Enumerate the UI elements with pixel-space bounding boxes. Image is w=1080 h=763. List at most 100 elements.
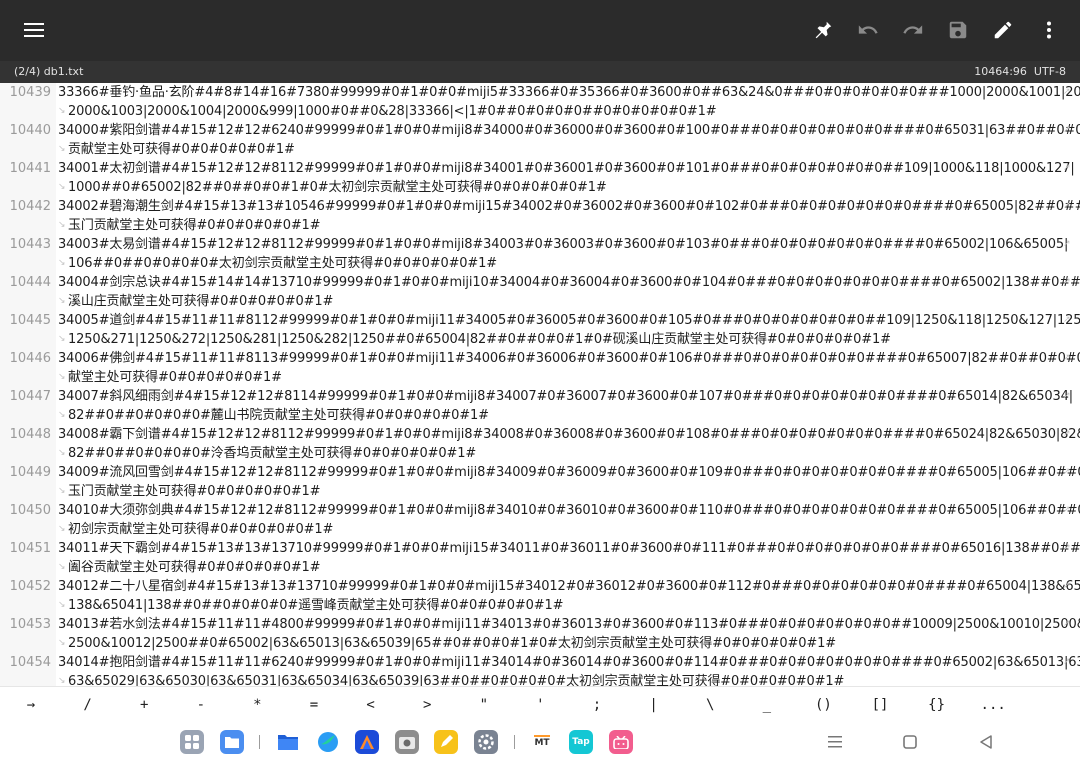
- wrap-out-icon: ↗: [1063, 87, 1071, 97]
- symbol-key[interactable]: []: [860, 687, 900, 724]
- more-vert-icon[interactable]: [1034, 15, 1064, 45]
- wrap-in-icon: ↘: [58, 106, 66, 116]
- wrap-in-icon: ↘: [58, 334, 66, 344]
- symbol-key[interactable]: ...: [973, 687, 1013, 724]
- redo-icon[interactable]: [898, 15, 928, 45]
- symbol-input-bar: → / + - * = < > " '; | \ _ () [] {}...: [0, 686, 1080, 723]
- line-text: 34007#斜风细雨剑#4#15#12#12#8114#99999#0#1#0#…: [58, 389, 1073, 404]
- wrap-in-icon: ↘: [58, 638, 66, 648]
- app-grid-icon[interactable]: [180, 730, 204, 754]
- line-number: 10445: [9, 313, 51, 328]
- symbol-key[interactable]: +: [124, 687, 164, 724]
- files-icon[interactable]: [276, 730, 300, 754]
- line-number: 10444: [9, 275, 51, 290]
- file-manager-icon[interactable]: [220, 730, 244, 754]
- symbol-key[interactable]: *: [237, 687, 277, 724]
- wrap-out-icon: ↗: [1063, 429, 1071, 439]
- line-text-continuation: 2000&1003|2000&1004|2000&999|1000#0##0&2…: [68, 104, 717, 119]
- line-text-continuation: 玉门贡献堂主处可获得#0#0#0#0#0#1#: [68, 218, 321, 233]
- line-text: 34004#剑宗总诀#4#15#14#14#13710#99999#0#1#0#…: [58, 275, 1080, 290]
- notes-icon[interactable]: [434, 730, 458, 754]
- symbol-key[interactable]: ;: [577, 687, 617, 724]
- mt-manager-label: MT: [534, 735, 550, 749]
- line-text: 34001#太初剑谱#4#15#12#12#8112#99999#0#1#0#0…: [58, 161, 1075, 176]
- home-nav-icon[interactable]: [898, 731, 922, 753]
- wrap-in-icon: ↘: [58, 676, 66, 686]
- symbol-key[interactable]: →: [11, 687, 51, 724]
- line-text-continuation: 初剑宗贡献堂主处可获得#0#0#0#0#0#1#: [68, 522, 334, 537]
- wrap-in-icon: ↘: [58, 448, 66, 458]
- wrap-out-icon: ↗: [1063, 467, 1071, 477]
- line-number: 10441: [9, 161, 51, 176]
- wrap-out-icon: ↗: [1063, 163, 1071, 173]
- wrap-in-icon: ↘: [58, 562, 66, 572]
- line-text: 34014#抱阳剑谱#4#15#11#11#6240#99999#0#1#0#0…: [58, 655, 1080, 670]
- recents-nav-icon[interactable]: [823, 731, 847, 753]
- taskbar-dock: MT Tap: [0, 723, 1080, 763]
- symbol-key[interactable]: =: [294, 687, 334, 724]
- symbol-key[interactable]: -: [181, 687, 221, 724]
- settings-icon[interactable]: [474, 730, 498, 754]
- line-text-continuation: 献堂主处可获得#0#0#0#0#0#1#: [68, 370, 282, 385]
- mt-manager-icon[interactable]: MT: [530, 730, 554, 754]
- wrap-out-icon: ↗: [1063, 125, 1071, 135]
- symbol-key[interactable]: <: [351, 687, 391, 724]
- symbol-key[interactable]: ': [520, 687, 560, 724]
- wrap-in-icon: ↘: [58, 258, 66, 268]
- wrap-in-icon: ↘: [58, 410, 66, 420]
- file-name-label[interactable]: (2/4) db1.txt: [14, 61, 83, 83]
- camera-icon[interactable]: [395, 730, 419, 754]
- line-number: 10451: [9, 541, 51, 556]
- line-text: 34002#碧海潮生剑#4#15#13#13#10546#99999#0#1#0…: [58, 199, 1080, 214]
- line-text-continuation: 阖谷贡献堂主处可获得#0#0#0#0#0#1#: [68, 560, 321, 575]
- line-number: 10443: [9, 237, 51, 252]
- text-editor[interactable]: 10439 33366#垂钓·鱼品·玄阶#4#8#14#16#7380#99999…: [0, 83, 1080, 686]
- symbol-key[interactable]: (): [803, 687, 843, 724]
- browser-icon[interactable]: [316, 730, 340, 754]
- wrap-out-icon: ↗: [1063, 657, 1071, 667]
- pin-icon[interactable]: [808, 15, 838, 45]
- line-number: 10449: [9, 465, 51, 480]
- wrap-in-icon: ↘: [58, 144, 66, 154]
- symbol-key[interactable]: ": [464, 687, 504, 724]
- symbol-key[interactable]: |: [634, 687, 674, 724]
- save-icon[interactable]: [943, 15, 973, 45]
- taptap-icon[interactable]: Tap: [569, 730, 593, 754]
- wrap-in-icon: ↘: [58, 220, 66, 230]
- line-text-continuation: 63&65029|63&65030|63&65031|63&65034|63&6…: [68, 674, 845, 686]
- line-text-continuation: 82##0##0#0#0#0#麓山书院贡献堂主处可获得#0#0#0#0#0#1#: [68, 408, 489, 423]
- wrap-out-icon: ↗: [1063, 619, 1071, 629]
- line-number: 10452: [9, 579, 51, 594]
- line-text: 34000#紫阳剑谱#4#15#12#12#6240#99999#0#1#0#0…: [58, 123, 1080, 138]
- line-number: 10442: [9, 199, 51, 214]
- undo-icon[interactable]: [853, 15, 883, 45]
- assistant-icon[interactable]: [355, 730, 379, 754]
- edit-icon[interactable]: [988, 15, 1018, 45]
- wrap-in-icon: ↘: [58, 486, 66, 496]
- dock-separator: [259, 735, 260, 749]
- symbol-key[interactable]: {}: [917, 687, 957, 724]
- wrap-out-icon: ↗: [1063, 543, 1071, 553]
- back-nav-icon[interactable]: [974, 731, 998, 753]
- taptap-label: Tap: [572, 737, 590, 747]
- line-text: 34010#大须弥剑典#4#15#12#12#8112#99999#0#1#0#…: [58, 503, 1080, 518]
- line-text-continuation: 1250&271|1250&272|1250&281|1250&282|1250…: [68, 332, 891, 347]
- wrap-in-icon: ↘: [58, 600, 66, 610]
- menu-icon[interactable]: [19, 15, 49, 45]
- symbol-key[interactable]: /: [68, 687, 108, 724]
- line-text: 34006#佛剑#4#15#11#11#8113#99999#0#1#0#0#m…: [58, 351, 1080, 366]
- line-text: 34008#霸下剑谱#4#15#12#12#8112#99999#0#1#0#0…: [58, 427, 1080, 442]
- line-text-continuation: 贡献堂主处可获得#0#0#0#0#0#1#: [68, 142, 295, 157]
- line-text: 34012#二十八星宿剑#4#15#13#13#13710#99999#0#1#…: [58, 579, 1080, 594]
- line-number: 10450: [9, 503, 51, 518]
- line-number: 10440: [9, 123, 51, 138]
- wrap-out-icon: ↗: [1063, 581, 1071, 591]
- symbol-key[interactable]: >: [407, 687, 447, 724]
- line-text-continuation: 82##0##0#0#0#0#泠香坞贡献堂主处可获得#0#0#0#0#0#1#: [68, 446, 477, 461]
- line-number: 10447: [9, 389, 51, 404]
- symbol-key[interactable]: _: [747, 687, 787, 724]
- bilibili-icon[interactable]: [609, 730, 633, 754]
- symbol-key[interactable]: \: [690, 687, 730, 724]
- cursor-position: 10464:96: [974, 65, 1027, 78]
- dock-separator: [514, 735, 515, 749]
